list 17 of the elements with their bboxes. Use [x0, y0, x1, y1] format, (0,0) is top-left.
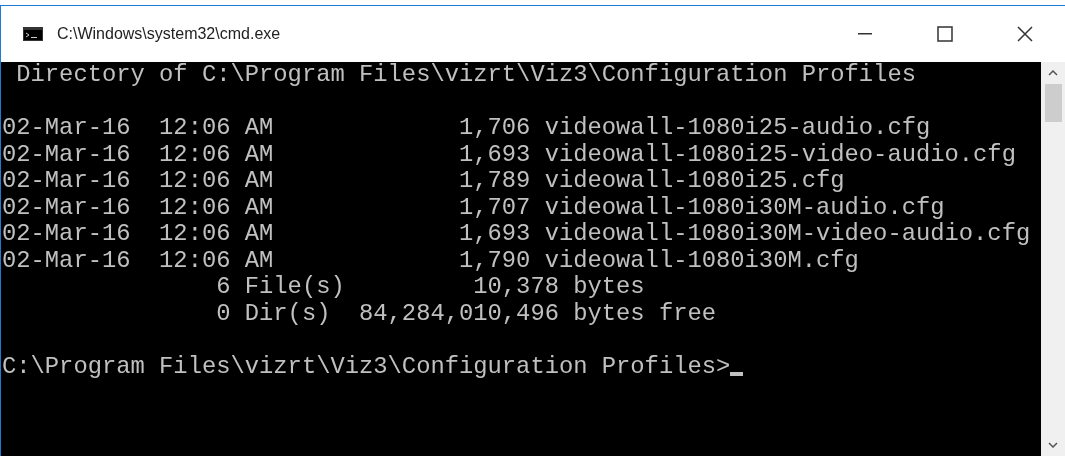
console-line: 0 Dir(s) 84,284,010,496 bytes free	[215, 300, 717, 327]
scrollbar-thumb[interactable]	[1044, 84, 1062, 122]
maximize-icon	[937, 26, 953, 42]
terminal-icon	[23, 27, 43, 41]
close-icon	[1017, 26, 1033, 42]
console-line: 02-Mar-16 12:06 AM 1,693 videowall-1080i25-video-audio.cfg	[2, 141, 1016, 168]
console-line: 02-Mar-16 12:06 AM 1,789 videowall-1080i25.cfg	[2, 168, 845, 195]
scrollbar[interactable]	[1041, 62, 1065, 456]
console-line: 02-Mar-16 12:06 AM 1,790 videowall-1080i30M.cfg	[2, 247, 859, 274]
console-line: 02-Mar-16 12:06 AM 1,706 videowall-1080i25-audio.cfg	[2, 115, 931, 142]
console-line: Directory of C:\Program Files\vizrt\Viz3\Configuration Profiles	[15, 62, 916, 89]
console-line: 02-Mar-16 12:06 AM 1,707 videowall-1080i30M-audio.cfg	[2, 194, 945, 221]
console-line: C:\Program Files\vizrt\Viz3\Configuration Profiles>	[2, 353, 731, 380]
console-line: 02-Mar-16 12:06 AM 1,693 videowall-1080i30M-video-audio.cfg	[2, 221, 1031, 248]
minimize-icon	[858, 33, 872, 35]
window-title: C:\Windows\system32\cmd.exe	[57, 24, 281, 44]
console-line: 6 File(s) 10,378 bytes	[215, 274, 645, 301]
